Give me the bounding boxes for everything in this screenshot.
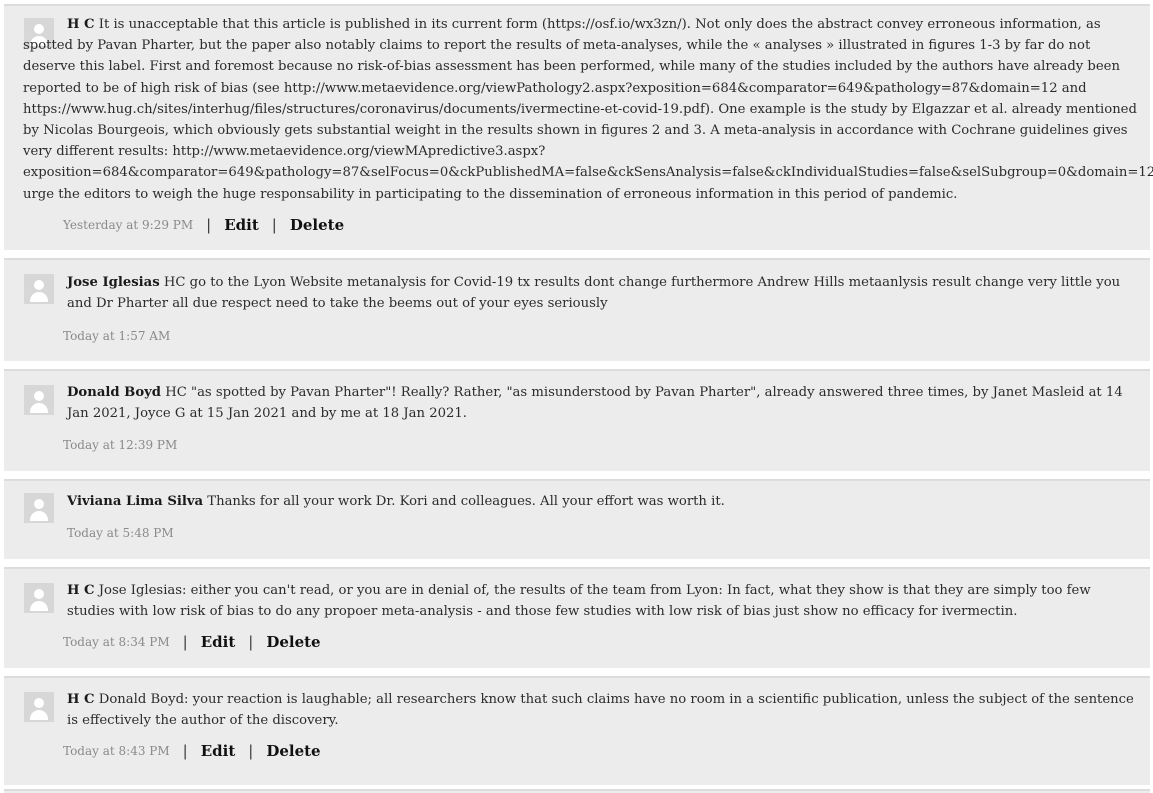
avatar-head xyxy=(34,391,44,401)
comment-body: It is unacceptable that this article is … xyxy=(23,17,1153,202)
comment-meta: Today at 1:57 AM xyxy=(63,329,170,343)
separator: | xyxy=(206,216,212,234)
comment-text: Donald Boyd HC "as spotted by Pavan Phar… xyxy=(67,382,1140,424)
separator: | xyxy=(182,742,188,760)
comment-text: Viviana Lima Silva Thanks for all your w… xyxy=(67,491,1140,512)
avatar xyxy=(24,385,54,415)
comment-author[interactable]: Jose Iglesias xyxy=(67,275,160,290)
separator: | xyxy=(248,633,254,651)
comment-body: Jose Iglesias: either you can't read, or… xyxy=(67,583,1091,620)
comment-timestamp: Today at 1:57 AM xyxy=(63,329,171,343)
edit-button[interactable]: Edit xyxy=(201,742,236,760)
comment-text: Jose Iglesias HC go to the Lyon Website … xyxy=(67,272,1140,314)
comment-body: Thanks for all your work Dr. Kori and co… xyxy=(207,494,725,509)
comment-body: Donald Boyd: your reaction is laughable;… xyxy=(67,692,1134,729)
separator: | xyxy=(248,742,254,760)
comment-item: H C It is unacceptable that this article… xyxy=(4,4,1153,250)
comment-author[interactable]: H C xyxy=(67,17,95,32)
comment-timestamp: Today at 8:34 PM xyxy=(63,635,170,649)
avatar xyxy=(24,274,54,304)
comment-text: H C It is unacceptable that this article… xyxy=(23,14,1153,205)
comment-author[interactable]: Viviana Lima Silva xyxy=(67,494,203,509)
avatar-body xyxy=(30,601,48,611)
comment-timestamp: Today at 12:39 PM xyxy=(63,438,178,452)
comment-meta: Today at 8:43 PM | Edit | Delete xyxy=(63,742,321,760)
comment-author[interactable]: H C xyxy=(67,692,95,707)
comment-item: Viviana Lima Silva Thanks for all your w… xyxy=(4,479,1150,559)
comment-item: Jose Iglesias HC go to the Lyon Website … xyxy=(4,258,1150,361)
comment-body: HC "as spotted by Pavan Pharter"! Really… xyxy=(67,385,1123,422)
comment-author[interactable]: H C xyxy=(67,583,95,598)
avatar-head xyxy=(34,280,44,290)
avatar-body xyxy=(30,710,48,720)
edit-button[interactable]: Edit xyxy=(201,633,236,651)
delete-button[interactable]: Delete xyxy=(266,633,320,651)
comment-timestamp: Yesterday at 9:29 PM xyxy=(63,218,194,232)
separator: | xyxy=(182,633,188,651)
comment-meta: Today at 12:39 PM xyxy=(63,438,177,452)
comment-meta: Today at 5:48 PM xyxy=(67,526,174,540)
comment-meta: Yesterday at 9:29 PM | Edit | Delete xyxy=(63,216,344,234)
comment-timestamp: Today at 5:48 PM xyxy=(67,526,174,540)
delete-button[interactable]: Delete xyxy=(266,742,320,760)
avatar-body xyxy=(30,511,48,521)
avatar-body xyxy=(30,403,48,413)
comment-timestamp: Today at 8:43 PM xyxy=(63,744,170,758)
delete-button[interactable]: Delete xyxy=(290,216,344,234)
avatar-head xyxy=(34,698,44,708)
comment-text: H C Donald Boyd: your reaction is laugha… xyxy=(67,689,1140,731)
comment-item: H C Donald Boyd: your reaction is laugha… xyxy=(4,676,1150,785)
comment-item: H C Jose Iglesias: either you can't read… xyxy=(4,567,1150,668)
comment-item xyxy=(4,789,1150,793)
edit-button[interactable]: Edit xyxy=(224,216,259,234)
comment-meta: Today at 8:34 PM | Edit | Delete xyxy=(63,633,321,651)
avatar xyxy=(24,583,54,613)
comment-item: Donald Boyd HC "as spotted by Pavan Phar… xyxy=(4,369,1150,471)
avatar-body xyxy=(30,292,48,302)
separator: | xyxy=(271,216,277,234)
avatar xyxy=(24,692,54,722)
comment-body: HC go to the Lyon Website metanalysis fo… xyxy=(67,275,1121,312)
avatar-head xyxy=(34,589,44,599)
avatar xyxy=(24,493,54,523)
comment-author[interactable]: Donald Boyd xyxy=(67,385,161,400)
avatar-head xyxy=(34,499,44,509)
comment-text: H C Jose Iglesias: either you can't read… xyxy=(67,580,1140,622)
